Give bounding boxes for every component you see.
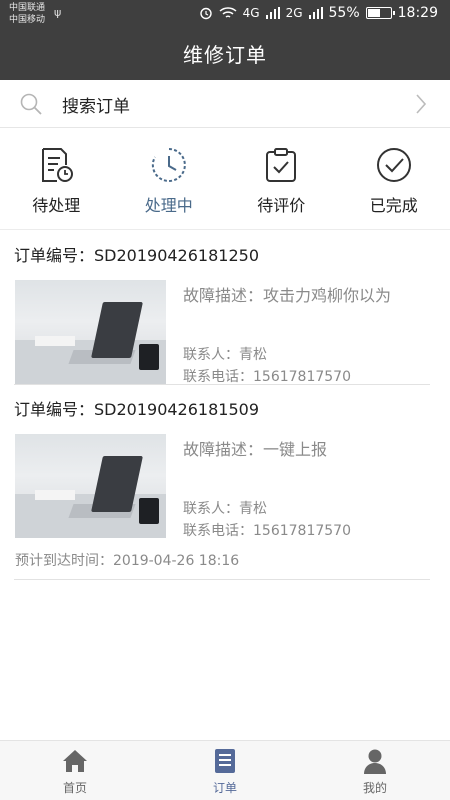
- search-icon: [20, 93, 42, 115]
- order-status-tabs: 待处理 处理中 待评价 已完成: [0, 128, 450, 230]
- battery-icon: [365, 7, 395, 19]
- search-bar[interactable]: 搜索订单: [0, 80, 450, 128]
- order-thumbnail: [15, 280, 166, 384]
- chevron-right-icon: [416, 94, 426, 114]
- bottom-nav: 首页 订单 我的: [0, 740, 450, 800]
- order-info: 故障描述：攻击力鸡柳你以为: [183, 282, 391, 306]
- estimated-arrival: 预计到达时间：2019-04-26 18:16: [15, 553, 240, 569]
- home-icon: [63, 750, 87, 772]
- tab-pending-label: 待处理: [32, 196, 81, 215]
- tab-to-review[interactable]: 待评价: [225, 128, 338, 230]
- nav-home[interactable]: 首页: [0, 741, 150, 800]
- order-number: 订单编号：SD20190426181509: [14, 400, 259, 419]
- contact-person: 联系人：青松: [183, 501, 267, 517]
- fault-description: 故障描述：一键上报: [183, 440, 328, 459]
- signal-4g-icon: [265, 7, 280, 19]
- clock: 18:29: [397, 5, 438, 21]
- signal-2g-label: 2G: [285, 6, 303, 20]
- tab-to-review-label: 待评价: [257, 196, 306, 215]
- nav-profile[interactable]: 我的: [300, 741, 450, 800]
- wifi-icon: [219, 7, 237, 18]
- carrier-2: 中国移动: [9, 15, 46, 25]
- nav-home-label: 首页: [62, 781, 87, 795]
- alarm-icon: [199, 7, 212, 20]
- page-title: 维修订单: [0, 30, 450, 80]
- contact-phone: 联系电话：15617817570: [183, 523, 351, 539]
- order-number: 订单编号：SD20190426181250: [14, 246, 259, 265]
- nav-orders[interactable]: 订单: [150, 741, 300, 800]
- signal-4g-label: 4G: [242, 6, 260, 20]
- order-list-icon: [215, 749, 235, 773]
- status-indicators: 4G 2G 55% 18:29: [199, 5, 438, 21]
- carrier-1: 中国联通: [9, 3, 46, 13]
- check-circle-icon: [376, 148, 411, 182]
- contact-phone: 联系电话：15617817570: [183, 369, 351, 385]
- divider: [14, 579, 430, 580]
- processing-clock-icon: [151, 148, 186, 182]
- review-clipboard-icon: [266, 148, 297, 182]
- order-info: 故障描述：一键上报: [183, 436, 327, 460]
- usb-icon: ψ: [54, 6, 62, 19]
- contact-person: 联系人：青松: [183, 347, 267, 363]
- order-card[interactable]: 订单编号：SD20190426181250 故障描述：攻击力鸡柳你以为 联系人：…: [14, 244, 430, 385]
- nav-orders-label: 订单: [212, 781, 237, 795]
- tab-processing[interactable]: 处理中: [113, 128, 226, 230]
- order-thumbnail: [15, 434, 166, 538]
- signal-2g-icon: [308, 7, 323, 19]
- carrier-info: 中国联通 中国移动: [9, 2, 45, 26]
- nav-profile-label: 我的: [362, 781, 387, 795]
- tab-pending[interactable]: 待处理: [0, 128, 113, 230]
- pending-icon: [42, 148, 74, 182]
- tab-completed-label: 已完成: [369, 196, 418, 215]
- fault-description: 故障描述：攻击力鸡柳你以为: [183, 286, 392, 305]
- tab-processing-label: 处理中: [144, 196, 193, 215]
- divider: [14, 384, 430, 385]
- battery-percent: 55%: [328, 5, 360, 21]
- user-icon: [364, 749, 386, 774]
- tab-completed[interactable]: 已完成: [338, 128, 450, 230]
- search-label: 搜索订单: [62, 97, 130, 117]
- order-card[interactable]: 订单编号：SD20190426181509 故障描述：一键上报 联系人：青松 联…: [14, 398, 430, 578]
- status-bar: 中国联通 中国移动 ψ 4G 2G 55% 18:29: [0, 0, 450, 30]
